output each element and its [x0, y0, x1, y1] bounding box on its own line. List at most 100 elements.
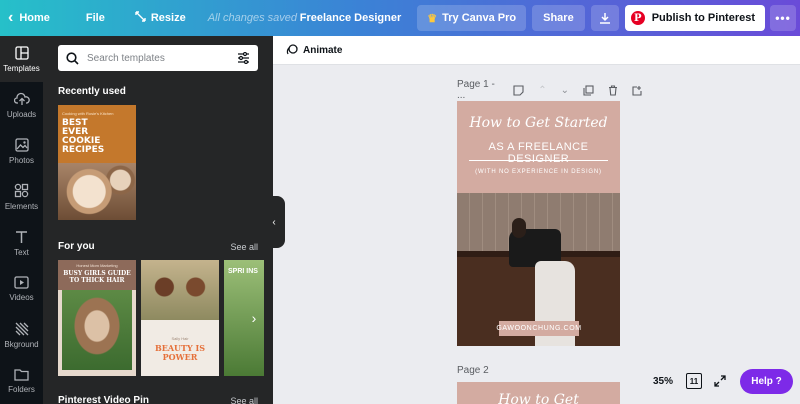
page-count-button[interactable]: 11: [686, 373, 702, 389]
animate-label: Animate: [303, 44, 343, 56]
publish-pinterest-button[interactable]: P Publish to Pinterest: [624, 5, 765, 31]
upload-cloud-icon: [13, 92, 30, 105]
rail-item-text[interactable]: Text: [0, 220, 43, 266]
carousel-next-button[interactable]: ›: [243, 305, 265, 331]
resize-icon: [135, 11, 146, 25]
search-icon: [66, 51, 79, 65]
divider-line[interactable]: [469, 160, 608, 161]
add-page-icon[interactable]: [632, 85, 643, 96]
folder-icon: [14, 369, 29, 381]
more-options-button[interactable]: •••: [770, 5, 796, 31]
design-page-2[interactable]: How to Get: [457, 382, 620, 404]
publish-label: Publish to Pinterest: [651, 12, 755, 24]
template-small-text: Sally Hair: [171, 336, 189, 341]
rail-item-uploads[interactable]: Uploads: [0, 82, 43, 128]
page-subtitle[interactable]: (WITH NO EXPERIENCE IN DESIGN): [457, 169, 620, 175]
design-page-1[interactable]: How to Get Started AS A FREELANCE DESIGN…: [457, 101, 620, 346]
zoom-level[interactable]: 35%: [653, 376, 673, 387]
help-button[interactable]: Help ?: [740, 369, 793, 394]
home-button[interactable]: ‹ Home: [0, 0, 60, 36]
top-bar-right: Freelance Designer ♛ Try Canva Pro Share…: [300, 0, 800, 36]
download-button[interactable]: [590, 5, 619, 31]
hair-photo: [62, 290, 132, 370]
for-you-heading: For you: [58, 241, 95, 252]
design-title[interactable]: Freelance Designer: [300, 12, 402, 24]
expand-icon: [714, 375, 726, 387]
top-bar: ‹ Home File Resize All changes saved Fre…: [0, 0, 800, 36]
shapes-icon: [14, 183, 29, 198]
page-1-toolbar: Page 1 - ... ⌃ ⌄: [457, 79, 657, 101]
recent-template-header: Cooking with Rosie's Kitchen BEST EVER C…: [58, 105, 136, 163]
fullscreen-button[interactable]: [712, 373, 728, 389]
background-icon: [15, 322, 28, 335]
top-bar-left: ‹ Home File Resize All changes saved: [0, 0, 297, 36]
chevron-down-icon[interactable]: ⌄: [561, 85, 569, 96]
editor-toolbar: Animate: [273, 36, 800, 65]
page-2-label[interactable]: Page 2: [457, 365, 489, 376]
page-title-script[interactable]: How to Get Started: [457, 115, 620, 131]
delete-page-icon[interactable]: [608, 84, 618, 96]
collapse-panel-button[interactable]: ‹: [263, 196, 285, 248]
file-menu-button[interactable]: File: [60, 12, 121, 24]
template-small-text: Honest Mom Marketing: [76, 263, 118, 268]
photo-icon: [14, 137, 29, 152]
rail-label: Templates: [3, 63, 40, 73]
template-title: SPRI INS: [228, 268, 258, 275]
side-rail: Templates Uploads Photos Elements Text V…: [0, 36, 43, 404]
page-count: 11: [689, 376, 699, 386]
page-title-main[interactable]: AS A FREELANCE DESIGNER: [457, 141, 620, 165]
chevron-up-icon[interactable]: ⌃: [538, 85, 546, 96]
rail-item-folders[interactable]: Folders: [0, 358, 43, 404]
rail-label: Folders: [8, 385, 35, 394]
duplicate-page-icon[interactable]: [583, 84, 594, 96]
video-pin-see-all-link[interactable]: See all: [230, 396, 258, 404]
rail-label: Photos: [9, 155, 34, 165]
search-templates-input[interactable]: Search templates: [58, 45, 258, 71]
chevron-left-icon: ‹: [272, 216, 276, 228]
cookie-photo: [58, 163, 136, 220]
rail-label: Videos: [9, 293, 34, 302]
recent-template-small-text: Cooking with Rosie's Kitchen: [62, 111, 114, 116]
rail-label: Uploads: [6, 109, 37, 119]
resize-button[interactable]: Resize: [121, 11, 198, 25]
recent-template-thumbnail[interactable]: Cooking with Rosie's Kitchen BEST EVER C…: [58, 105, 136, 220]
rail-item-background[interactable]: Bkground: [0, 312, 43, 358]
page-1-label[interactable]: Page 1 - ...: [457, 79, 495, 101]
search-placeholder: Search templates: [87, 52, 165, 64]
person-head: [512, 218, 526, 238]
chevron-right-icon: ›: [251, 310, 257, 326]
resize-label: Resize: [150, 12, 186, 24]
women-photo: [141, 260, 219, 320]
animate-button[interactable]: Animate: [286, 44, 342, 56]
share-button[interactable]: Share: [532, 5, 585, 31]
notes-icon[interactable]: [513, 84, 524, 96]
save-status: All changes saved: [207, 12, 297, 24]
pinterest-icon: P: [630, 11, 645, 25]
download-icon: [599, 13, 610, 24]
text-icon: [16, 230, 27, 243]
template-title: BEAUTY IS POWER: [154, 343, 205, 362]
page-caption[interactable]: GAWOONCHUNG.COM: [496, 321, 581, 336]
rail-item-templates[interactable]: Templates: [0, 36, 43, 82]
templates-panel: Search templates Recently used Cooking w…: [43, 36, 273, 404]
rail-item-photos[interactable]: Photos: [0, 128, 43, 174]
template-title: BUSY GIRLS GUIDE TO THICK HAIR: [63, 270, 131, 284]
for-you-carousel: Honest Mom Marketing BUSY GIRLS GUIDE TO…: [58, 260, 269, 376]
rail-label: Text: [14, 247, 29, 257]
video-icon: [14, 276, 29, 289]
rail-item-videos[interactable]: Videos: [0, 266, 43, 312]
recently-used-heading: Recently used: [58, 86, 126, 97]
template-header: Honest Mom Marketing BUSY GIRLS GUIDE TO…: [58, 260, 136, 290]
try-pro-button[interactable]: ♛ Try Canva Pro: [417, 5, 527, 31]
rail-label: Elements: [4, 202, 39, 211]
recent-template-title: BEST EVER COOKIE RECIPES: [62, 118, 105, 155]
filter-icon[interactable]: [237, 52, 250, 64]
chevron-left-icon: ‹: [8, 9, 14, 26]
for-you-see-all-link[interactable]: See all: [230, 242, 258, 252]
try-pro-label: Try Canva Pro: [442, 12, 517, 24]
rail-item-elements[interactable]: Elements: [0, 174, 43, 220]
page-2-title[interactable]: How to Get: [457, 392, 620, 404]
template-thumbnail[interactable]: Sally Hair BEAUTY IS POWER: [141, 260, 219, 376]
video-pin-heading: Pinterest Video Pin: [58, 395, 149, 404]
template-thumbnail[interactable]: Honest Mom Marketing BUSY GIRLS GUIDE TO…: [58, 260, 136, 376]
